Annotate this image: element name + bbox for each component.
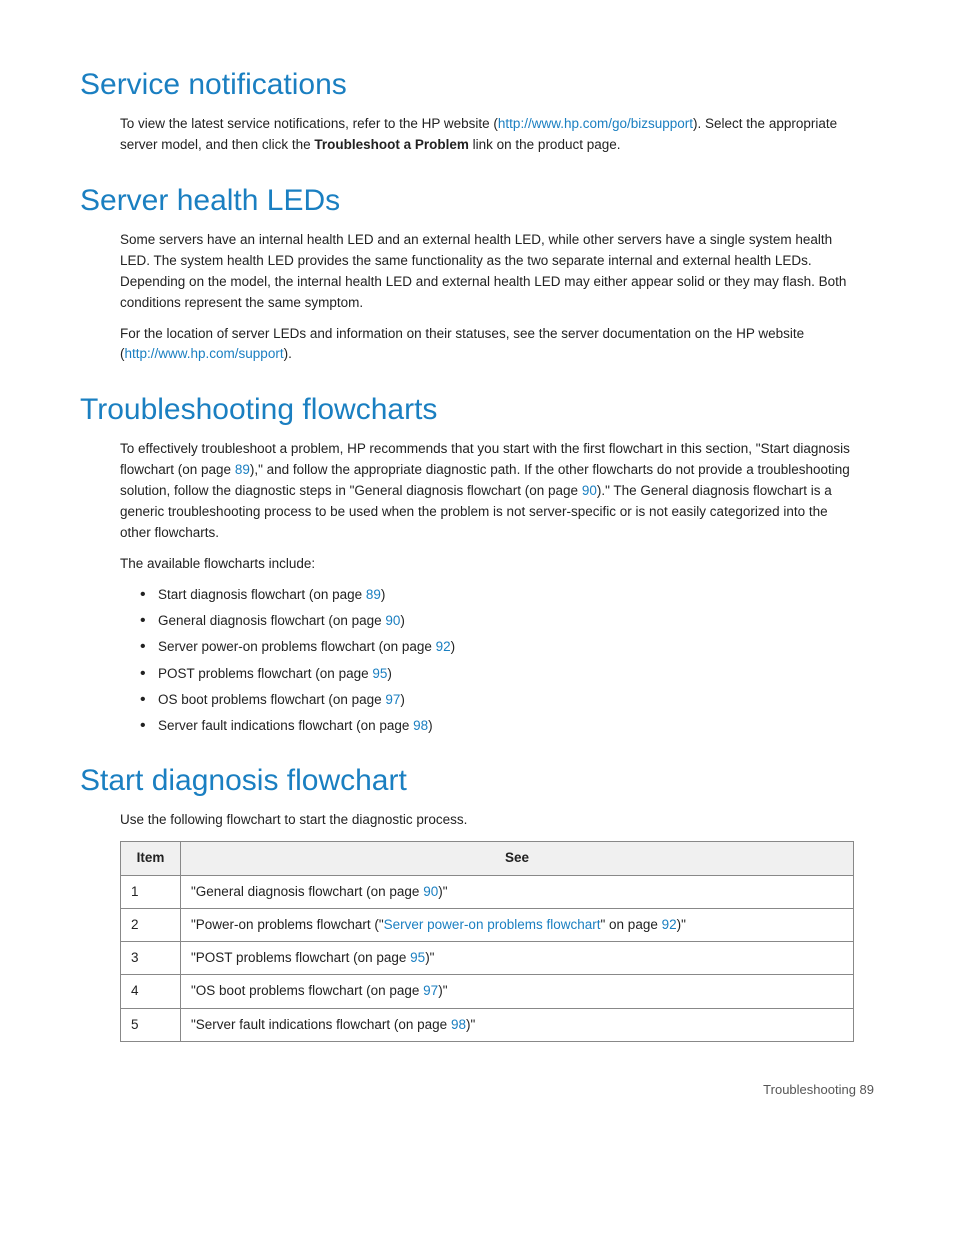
troubleshooting-flowcharts-para2: The available flowcharts include: (120, 554, 854, 575)
table-row: 5 "Server fault indications flowchart (o… (121, 1008, 854, 1041)
service-notifications-title: Service notifications (80, 68, 874, 102)
table-page-90-link[interactable]: 90 (423, 884, 438, 899)
table-col-see: See (181, 842, 854, 875)
troubleshoot-bold: Troubleshoot a Problem (314, 137, 469, 152)
table-cell-item-2: 2 (121, 908, 181, 941)
page-89-link[interactable]: 89 (366, 587, 381, 602)
page-90-link-inline[interactable]: 90 (582, 483, 597, 498)
table-row: 3 "POST problems flowchart (on page 95)" (121, 942, 854, 975)
start-diagnosis-intro: Use the following flowchart to start the… (120, 810, 854, 831)
table-col-item: Item (121, 842, 181, 875)
server-health-leds-para1: Some servers have an internal health LED… (120, 230, 854, 314)
table-page-92-link[interactable]: 92 (662, 917, 677, 932)
start-diagnosis-title: Start diagnosis flowchart (80, 764, 874, 798)
table-row: 2 "Power-on problems flowchart ("Server … (121, 908, 854, 941)
service-notifications-para: To view the latest service notifications… (120, 114, 854, 156)
table-cell-item-1: 1 (121, 875, 181, 908)
bizsupport-link[interactable]: http://www.hp.com/go/bizsupport (498, 116, 693, 131)
server-health-leds-body: Some servers have an internal health LED… (80, 230, 874, 366)
page-90-link[interactable]: 90 (385, 613, 400, 628)
troubleshooting-flowcharts-para1: To effectively troubleshoot a problem, H… (120, 439, 854, 544)
table-row: 1 "General diagnosis flowchart (on page … (121, 875, 854, 908)
list-item-server-power-on: Server power-on problems flowchart (on p… (140, 637, 854, 657)
server-health-leds-title: Server health LEDs (80, 184, 874, 218)
list-item-general-diagnosis: General diagnosis flowchart (on page 90) (140, 611, 854, 631)
table-header-row: Item See (121, 842, 854, 875)
list-item-server-fault: Server fault indications flowchart (on p… (140, 716, 854, 736)
server-health-leds-para2: For the location of server LEDs and info… (120, 324, 854, 366)
list-item-start-diagnosis: Start diagnosis flowchart (on page 89) (140, 585, 854, 605)
table-cell-item-4: 4 (121, 975, 181, 1008)
table-cell-see-3: "POST problems flowchart (on page 95)" (181, 942, 854, 975)
hp-support-link[interactable]: http://www.hp.com/support (125, 346, 284, 361)
page-footer: Troubleshooting 89 (80, 1082, 874, 1097)
table-cell-see-2: "Power-on problems flowchart ("Server po… (181, 908, 854, 941)
start-diagnosis-body: Use the following flowchart to start the… (80, 810, 874, 1041)
list-item-post-problems: POST problems flowchart (on page 95) (140, 664, 854, 684)
page-97-link[interactable]: 97 (385, 692, 400, 707)
table-cell-see-4: "OS boot problems flowchart (on page 97)… (181, 975, 854, 1008)
flowcharts-list: Start diagnosis flowchart (on page 89) G… (120, 585, 854, 737)
table-cell-item-3: 3 (121, 942, 181, 975)
list-item-os-boot: OS boot problems flowchart (on page 97) (140, 690, 854, 710)
table-cell-item-5: 5 (121, 1008, 181, 1041)
start-diagnosis-table: Item See 1 "General diagnosis flowchart … (120, 841, 854, 1042)
table-page-98-link[interactable]: 98 (451, 1017, 466, 1032)
page-98-link[interactable]: 98 (413, 718, 428, 733)
page-95-link[interactable]: 95 (372, 666, 387, 681)
table-cell-see-5: "Server fault indications flowchart (on … (181, 1008, 854, 1041)
service-notifications-body: To view the latest service notifications… (80, 114, 874, 156)
server-power-on-link[interactable]: Server power-on problems flowchart (384, 917, 601, 932)
table-cell-see-1: "General diagnosis flowchart (on page 90… (181, 875, 854, 908)
table-row: 4 "OS boot problems flowchart (on page 9… (121, 975, 854, 1008)
table-page-97-link[interactable]: 97 (423, 983, 438, 998)
page-89-link-inline[interactable]: 89 (235, 462, 250, 477)
table-page-95-link[interactable]: 95 (410, 950, 425, 965)
troubleshooting-flowcharts-title: Troubleshooting flowcharts (80, 393, 874, 427)
footer-text: Troubleshooting 89 (763, 1082, 874, 1097)
page-92-link[interactable]: 92 (436, 639, 451, 654)
troubleshooting-flowcharts-body: To effectively troubleshoot a problem, H… (80, 439, 874, 736)
